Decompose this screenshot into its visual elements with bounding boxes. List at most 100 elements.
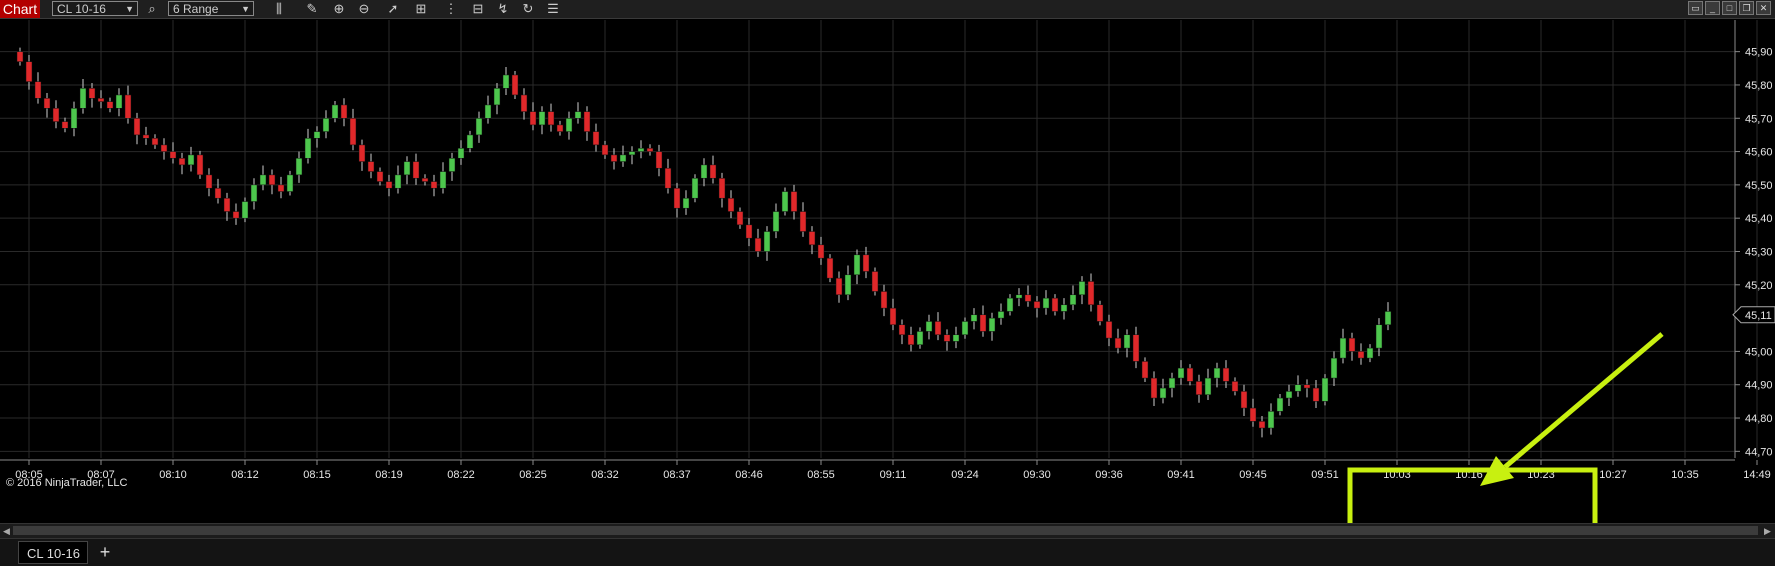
search-icon[interactable]: ⌕	[143, 1, 161, 17]
bar-type-selector[interactable]: 6 Range ▼	[168, 1, 254, 16]
price-chart[interactable]: 44,70 44,80 44,90 45,00 45,11 45,20 45,30 45,40…	[0, 20, 1775, 525]
candle	[790, 184, 798, 220]
candle-body-up	[304, 137, 312, 159]
drawing-tools-icon[interactable]: ↯	[494, 1, 512, 17]
price-tick-label: 45,30	[1745, 246, 1773, 258]
indicators-icon[interactable]: ⋮	[442, 1, 460, 17]
candle	[1168, 372, 1176, 398]
window-menu-button[interactable]: ▭	[1688, 1, 1703, 15]
add-tab-button[interactable]: +	[94, 541, 116, 564]
strategies-icon[interactable]: ⊟	[469, 1, 487, 17]
pointer-icon[interactable]: ➚	[384, 1, 402, 17]
candle	[331, 100, 339, 123]
candle	[808, 226, 816, 255]
candle-body-down	[1150, 377, 1158, 399]
candle	[295, 151, 303, 183]
candle-body-down	[1033, 301, 1041, 309]
candle	[61, 117, 69, 133]
zoom-out-icon[interactable]: ⊖	[355, 1, 373, 17]
pencil-icon[interactable]: ✎	[303, 1, 321, 17]
candle-body-down	[790, 191, 798, 212]
candle-body-down	[412, 161, 420, 179]
zoom-in-icon[interactable]: ⊕	[330, 1, 348, 17]
candle	[430, 174, 438, 197]
candle-body-down	[907, 334, 915, 346]
candle-body-down	[277, 184, 285, 192]
bar-style-icon[interactable]: ⫼	[270, 1, 288, 17]
candle-body-up	[502, 74, 510, 89]
maximize-button[interactable]: □	[1722, 1, 1737, 15]
data-box-icon[interactable]: ⊞	[412, 1, 430, 17]
candle-body-up	[295, 157, 303, 176]
candle	[1195, 374, 1203, 403]
time-tick-label: 08:46	[735, 469, 763, 481]
candle-body-up	[1060, 304, 1068, 312]
candle-body-down	[376, 171, 384, 182]
candle-body-down	[1258, 421, 1266, 429]
candle	[1348, 332, 1356, 361]
price-axis[interactable]: 44,70 44,80 44,90 45,00 45,11 45,20 45,30 45,40…	[1732, 20, 1775, 458]
price-tick-label: 45,11	[1745, 310, 1772, 322]
price-tick-label: 45,70	[1745, 113, 1773, 125]
candle	[421, 174, 429, 186]
candle	[259, 165, 267, 191]
candle-body-down	[205, 174, 213, 189]
candle	[475, 111, 483, 143]
candle-body-up	[691, 177, 699, 199]
candle	[979, 305, 987, 337]
candle	[637, 140, 645, 159]
candle-body-down	[1240, 391, 1248, 409]
candle-body-down	[673, 187, 681, 209]
candle	[916, 327, 924, 349]
candle	[1276, 394, 1284, 416]
candle	[1177, 360, 1185, 385]
candle	[1321, 374, 1329, 406]
restore-button[interactable]: ❐	[1739, 1, 1754, 15]
price-tick-label: 45,80	[1745, 80, 1773, 92]
instrument-selector[interactable]: CL 10-16 ▼	[52, 1, 138, 16]
candle-body-down	[349, 118, 357, 146]
candle-body-down	[34, 81, 42, 99]
time-tick-label: 08:22	[447, 469, 475, 481]
candle-body-up	[925, 321, 933, 332]
chart-title-tab[interactable]: Chart	[0, 0, 40, 18]
scroll-right-icon[interactable]: ▶	[1764, 524, 1771, 538]
candle-body-down	[133, 118, 141, 136]
candle	[1222, 360, 1230, 389]
candle	[934, 312, 942, 341]
candle	[142, 126, 150, 145]
candle-body-down	[664, 167, 672, 189]
candle	[70, 101, 78, 137]
chart-tab-bar: CL 10-16 +	[0, 538, 1775, 566]
candle	[106, 97, 114, 113]
tab-cl-10-16[interactable]: CL 10-16	[18, 541, 88, 564]
close-button[interactable]: ✕	[1756, 1, 1771, 15]
candle	[1132, 326, 1140, 369]
candle-body-down	[1114, 337, 1122, 349]
candle-body-down	[1096, 304, 1104, 322]
candle-body-up	[79, 88, 87, 109]
candle	[754, 228, 762, 257]
candle	[1240, 384, 1248, 417]
candle-body-up	[1267, 411, 1275, 429]
candle-body-up	[70, 108, 78, 129]
horizontal-scrollbar[interactable]: ◀ ▶	[0, 523, 1775, 538]
price-tick-label: 45,50	[1745, 180, 1773, 192]
scrollbar-thumb[interactable]	[13, 526, 1758, 535]
candle-body-up	[484, 104, 492, 119]
candle-body-up	[457, 147, 465, 159]
candle	[124, 85, 132, 124]
candle	[1096, 300, 1104, 326]
candle	[943, 329, 951, 351]
properties-icon[interactable]: ☰	[544, 1, 562, 17]
candle-body-down	[1312, 387, 1320, 402]
candle	[484, 95, 492, 124]
scroll-left-icon[interactable]: ◀	[3, 524, 10, 538]
candle	[340, 98, 348, 127]
candle	[43, 92, 51, 118]
minimize-button[interactable]: _	[1705, 1, 1720, 15]
refresh-icon[interactable]: ↻	[519, 1, 537, 17]
candle-body-down	[340, 104, 348, 119]
candle-body-up	[115, 94, 123, 109]
candle	[907, 326, 915, 352]
